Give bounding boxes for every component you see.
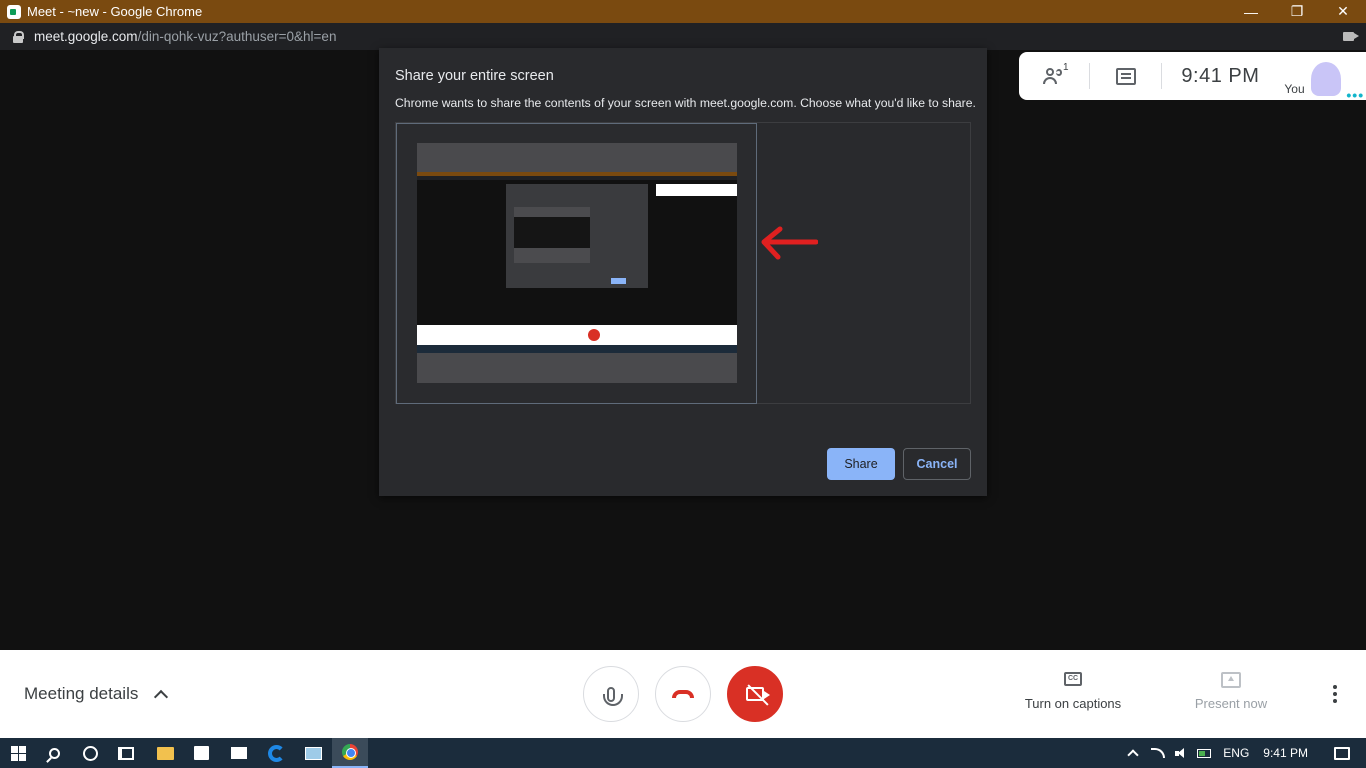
chat-button[interactable] [1090,67,1162,85]
minimize-button[interactable]: — [1228,0,1274,23]
avatar [1311,62,1342,96]
participants-button[interactable]: 1 [1019,62,1089,84]
closed-captions-icon: CC [1064,672,1082,686]
meeting-details-button[interactable]: Meeting details [24,684,169,705]
chrome-icon [342,744,358,760]
leave-call-button[interactable] [655,666,711,722]
url-path: /din-qohk-vuz?authuser=0&hl=en [137,29,337,44]
hang-up-icon [672,690,694,698]
chrome-taskbar-button[interactable] [332,738,368,768]
people-icon [1042,68,1065,84]
cortana-icon [82,745,98,761]
search-icon [48,747,60,759]
annotation-arrow-icon [761,226,818,260]
you-label: You [1284,82,1305,96]
task-view-icon [118,746,134,760]
edge-icon [267,744,285,762]
present-label: Present now [1194,696,1268,711]
meeting-clock: 9:41 PM [1181,64,1260,87]
close-button[interactable]: ✕ [1320,0,1366,23]
captions-label: Turn on captions [1024,696,1122,711]
screen-list [395,122,971,404]
task-view-button[interactable] [108,738,144,768]
share-button[interactable]: Share [827,448,895,480]
share-screen-dialog: Share your entire screen Chrome wants to… [379,48,987,496]
call-controls-bar: Meeting details CC Turn on captions Pres… [0,650,1366,738]
camera-off-icon [746,687,770,701]
mail-icon [231,747,247,759]
windows-logo-icon [10,745,26,761]
show-hidden-icons-icon[interactable] [1127,749,1139,761]
address-bar[interactable]: meet.google.com/din-qohk-vuz?authuser=0&… [0,23,1366,50]
start-button[interactable] [0,738,36,768]
url-host: meet.google.com [34,29,138,44]
dialog-title: Share your entire screen [395,68,554,84]
folder-icon [156,746,174,760]
self-tile[interactable]: You ••• [1278,52,1366,103]
volume-icon[interactable] [1175,748,1187,758]
taskbar-search-button[interactable] [36,738,72,768]
present-icon [1221,672,1241,688]
more-options-icon[interactable] [1333,685,1337,703]
file-explorer-button[interactable] [147,738,183,768]
meeting-info-panel: 1 9:41 PM You ••• [1019,52,1366,103]
captions-button[interactable]: CC Turn on captions [1013,672,1133,711]
camera-toggle-button[interactable] [727,666,783,722]
store-button[interactable] [183,738,219,768]
input-language[interactable]: ENG [1223,746,1249,760]
window-title: Meet - ~new - Google Chrome [27,4,203,19]
camera-in-use-icon[interactable] [1343,32,1359,41]
chevron-up-icon [154,689,169,705]
dialog-description: Chrome wants to share the contents of yo… [395,96,976,110]
battery-icon[interactable] [1197,748,1212,758]
cortana-button[interactable] [72,738,108,768]
cancel-button[interactable]: Cancel [903,448,971,480]
screen-thumbnail [417,143,737,383]
restore-button[interactable]: ❐ [1274,0,1320,23]
network-icon[interactable] [1151,748,1166,758]
notifications-icon[interactable] [1334,746,1350,760]
microphone-icon [603,686,623,706]
taskbar: ENG 9:41 PM [0,738,1366,768]
chat-icon [1115,67,1136,85]
edge-button[interactable] [258,738,294,768]
microphone-button[interactable] [583,666,639,722]
window-title-bar: Meet - ~new - Google Chrome — ❐ ✕ [0,0,1366,23]
meet-app-icon [7,4,21,19]
present-now-button[interactable]: Present now [1180,672,1282,711]
photos-icon [304,746,322,760]
photos-button[interactable] [295,738,331,768]
meeting-details-label: Meeting details [24,684,139,703]
taskbar-clock[interactable]: 9:41 PM [1263,746,1308,760]
participant-count: 1 [1063,62,1069,73]
system-tray: ENG 9:41 PM [1119,738,1366,768]
lock-icon[interactable] [13,30,24,43]
mail-button[interactable] [221,738,257,768]
screen-option[interactable] [396,123,757,404]
store-icon [193,746,209,760]
self-more-icon[interactable]: ••• [1346,87,1364,103]
